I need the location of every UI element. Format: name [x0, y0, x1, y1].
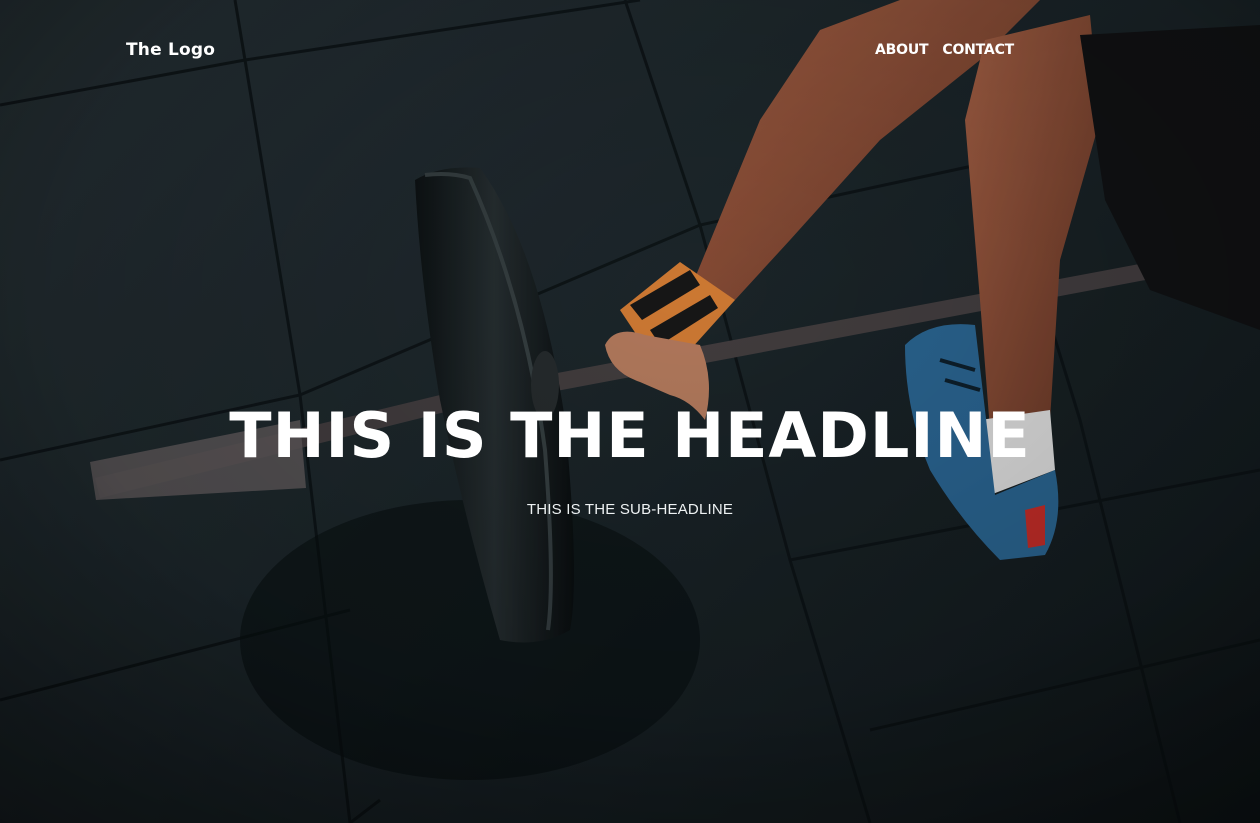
- nav-link-contact[interactable]: CONTACT: [942, 42, 1014, 58]
- main-nav: ABOUT CONTACT: [875, 42, 1014, 58]
- hero-subheadline: THIS IS THE SUB-HEADLINE: [526, 501, 734, 518]
- hero-headline: THIS IS THE HEADLINE: [229, 399, 1031, 472]
- site-logo[interactable]: The Logo: [126, 40, 215, 60]
- nav-link-about[interactable]: ABOUT: [875, 42, 929, 58]
- hero-section: The Logo ABOUT CONTACT THIS IS THE HEADL…: [0, 0, 1260, 823]
